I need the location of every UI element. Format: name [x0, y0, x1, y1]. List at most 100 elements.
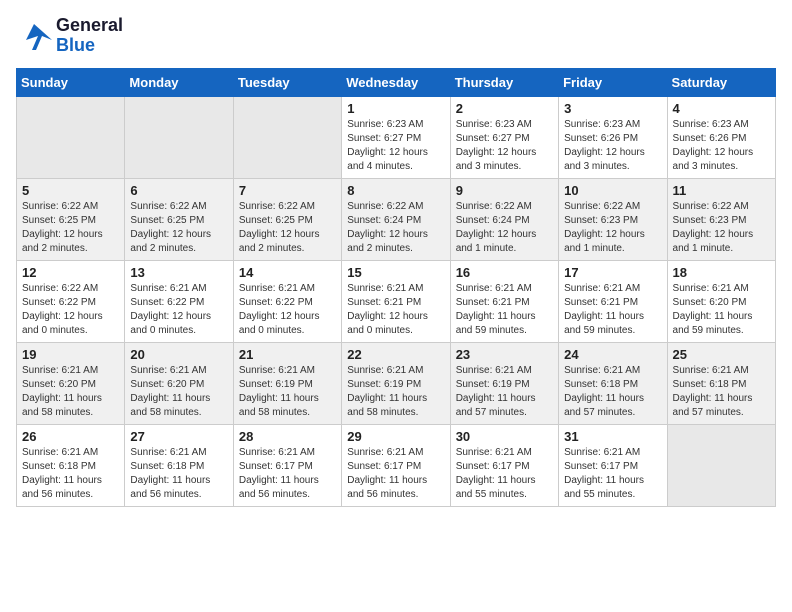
day-info: Sunrise: 6:23 AM Sunset: 6:26 PM Dayligh… — [564, 118, 661, 174]
day-info: Sunrise: 6:22 AM Sunset: 6:25 PM Dayligh… — [130, 200, 227, 256]
day-info: Sunrise: 6:21 AM Sunset: 6:17 PM Dayligh… — [456, 446, 553, 502]
calendar-week-row: 26Sunrise: 6:21 AM Sunset: 6:18 PM Dayli… — [17, 424, 776, 506]
day-info: Sunrise: 6:21 AM Sunset: 6:17 PM Dayligh… — [347, 446, 444, 502]
calendar-cell: 29 Sunrise: 6:21 AM Sunset: 6:17 PM Dayli… — [342, 424, 450, 506]
day-number: 10 — [564, 183, 661, 198]
logo-bird-icon — [16, 22, 52, 50]
day-info: Sunrise: 6:22 AM Sunset: 6:23 PM Dayligh… — [673, 200, 770, 256]
day-info: Sunrise: 6:21 AM Sunset: 6:18 PM Dayligh… — [673, 364, 770, 420]
day-number: 4 — [673, 101, 770, 116]
day-info: Sunrise: 6:22 AM Sunset: 6:22 PM Dayligh… — [22, 282, 119, 338]
calendar-cell: 5Sunrise: 6:22 AM Sunset: 6:25 PM Daylig… — [17, 178, 125, 260]
day-of-week-header: Monday — [125, 68, 233, 96]
calendar-cell: 17 Sunrise: 6:21 AM Sunset: 6:21 PM Dayli… — [559, 260, 667, 342]
day-number: 2 — [456, 101, 553, 116]
calendar-header-row: SundayMondayTuesdayWednesdayThursdayFrid… — [17, 68, 776, 96]
day-number: 7 — [239, 183, 336, 198]
day-info: Sunrise: 6:21 AM Sunset: 6:20 PM Dayligh… — [673, 282, 770, 338]
day-number: 20 — [130, 347, 227, 362]
calendar-cell: 26Sunrise: 6:21 AM Sunset: 6:18 PM Dayli… — [17, 424, 125, 506]
day-number: 9 — [456, 183, 553, 198]
calendar-cell: 25 Sunrise: 6:21 AM Sunset: 6:18 PM Dayli… — [667, 342, 775, 424]
day-number: 18 — [673, 265, 770, 280]
calendar-cell: 2 Sunrise: 6:23 AM Sunset: 6:27 PM Daylig… — [450, 96, 558, 178]
calendar-cell: 19 Sunrise: 6:21 AM Sunset: 6:20 PM Dayli… — [17, 342, 125, 424]
day-info: Sunrise: 6:21 AM Sunset: 6:18 PM Dayligh… — [564, 364, 661, 420]
day-number: 15 — [347, 265, 444, 280]
day-number: 1 — [347, 101, 444, 116]
calendar-cell: 7 Sunrise: 6:22 AM Sunset: 6:25 PM Daylig… — [233, 178, 341, 260]
calendar-cell: 13Sunrise: 6:21 AM Sunset: 6:22 PM Dayli… — [125, 260, 233, 342]
calendar-week-row: 5 Sunrise: 6:22 AM Sunset: 6:25 PM Daylig… — [17, 178, 776, 260]
page-header: General Blue — [16, 16, 776, 56]
day-number: 28 — [239, 429, 336, 444]
day-info: Sunrise: 6:21 AM Sunset: 6:20 PM Dayligh… — [22, 364, 119, 420]
calendar-cell: 22Sunrise: 6:21 AM Sunset: 6:19 PM Dayli… — [342, 342, 450, 424]
day-number: 21 — [239, 347, 336, 362]
day-number: 5 — [22, 183, 119, 198]
day-info: Sunrise: 6:22 AM Sunset: 6:24 PM Dayligh… — [347, 200, 444, 256]
calendar-cell: 6Sunrise: 6:22 AM Sunset: 6:25 PM Daylig… — [125, 178, 233, 260]
day-number: 14 — [239, 265, 336, 280]
calendar-cell — [233, 96, 341, 178]
day-info: Sunrise: 6:21 AM Sunset: 6:18 PM Dayligh… — [22, 446, 119, 502]
day-number: 13 — [130, 265, 227, 280]
day-number: 31 — [564, 429, 661, 444]
calendar-cell: 16Sunrise: 6:21 AM Sunset: 6:21 PM Dayli… — [450, 260, 558, 342]
day-info: Sunrise: 6:21 AM Sunset: 6:18 PM Dayligh… — [130, 446, 227, 502]
calendar-cell: 21 Sunrise: 6:21 AM Sunset: 6:19 PM Dayli… — [233, 342, 341, 424]
calendar-cell — [125, 96, 233, 178]
day-number: 30 — [456, 429, 553, 444]
calendar-cell — [17, 96, 125, 178]
calendar-week-row: 1 Sunrise: 6:23 AM Sunset: 6:27 PM Daylig… — [17, 96, 776, 178]
calendar-cell: 15 Sunrise: 6:21 AM Sunset: 6:21 PM Dayli… — [342, 260, 450, 342]
day-number: 24 — [564, 347, 661, 362]
day-info: Sunrise: 6:21 AM Sunset: 6:21 PM Dayligh… — [347, 282, 444, 338]
day-number: 16 — [456, 265, 553, 280]
calendar-cell: 27 Sunrise: 6:21 AM Sunset: 6:18 PM Dayli… — [125, 424, 233, 506]
calendar-cell: 1 Sunrise: 6:23 AM Sunset: 6:27 PM Daylig… — [342, 96, 450, 178]
logo-general: General — [56, 15, 123, 35]
day-number: 22 — [347, 347, 444, 362]
day-number: 3 — [564, 101, 661, 116]
calendar-week-row: 12 Sunrise: 6:22 AM Sunset: 6:22 PM Dayli… — [17, 260, 776, 342]
day-number: 11 — [673, 183, 770, 198]
day-info: Sunrise: 6:23 AM Sunset: 6:27 PM Dayligh… — [456, 118, 553, 174]
day-number: 8 — [347, 183, 444, 198]
day-number: 17 — [564, 265, 661, 280]
calendar-cell: 20 Sunrise: 6:21 AM Sunset: 6:20 PM Dayli… — [125, 342, 233, 424]
day-info: Sunrise: 6:21 AM Sunset: 6:21 PM Dayligh… — [564, 282, 661, 338]
day-of-week-header: Wednesday — [342, 68, 450, 96]
day-number: 19 — [22, 347, 119, 362]
calendar-cell: 8 Sunrise: 6:22 AM Sunset: 6:24 PM Daylig… — [342, 178, 450, 260]
day-of-week-header: Sunday — [17, 68, 125, 96]
day-of-week-header: Tuesday — [233, 68, 341, 96]
day-number: 25 — [673, 347, 770, 362]
day-info: Sunrise: 6:21 AM Sunset: 6:19 PM Dayligh… — [456, 364, 553, 420]
calendar-cell: 30 Sunrise: 6:21 AM Sunset: 6:17 PM Dayli… — [450, 424, 558, 506]
calendar-cell: 11 Sunrise: 6:22 AM Sunset: 6:23 PM Dayli… — [667, 178, 775, 260]
day-info: Sunrise: 6:22 AM Sunset: 6:25 PM Dayligh… — [239, 200, 336, 256]
day-number: 29 — [347, 429, 444, 444]
calendar-cell: 24 Sunrise: 6:21 AM Sunset: 6:18 PM Dayli… — [559, 342, 667, 424]
day-info: Sunrise: 6:21 AM Sunset: 6:20 PM Dayligh… — [130, 364, 227, 420]
day-of-week-header: Saturday — [667, 68, 775, 96]
day-info: Sunrise: 6:23 AM Sunset: 6:26 PM Dayligh… — [673, 118, 770, 174]
logo: General Blue — [16, 16, 123, 56]
calendar-week-row: 19 Sunrise: 6:21 AM Sunset: 6:20 PM Dayli… — [17, 342, 776, 424]
calendar-cell: 31Sunrise: 6:21 AM Sunset: 6:17 PM Dayli… — [559, 424, 667, 506]
calendar-cell: 9 Sunrise: 6:22 AM Sunset: 6:24 PM Daylig… — [450, 178, 558, 260]
calendar-cell: 10Sunrise: 6:22 AM Sunset: 6:23 PM Dayli… — [559, 178, 667, 260]
day-number: 27 — [130, 429, 227, 444]
calendar-cell: 28Sunrise: 6:21 AM Sunset: 6:17 PM Dayli… — [233, 424, 341, 506]
day-info: Sunrise: 6:23 AM Sunset: 6:27 PM Dayligh… — [347, 118, 444, 174]
day-info: Sunrise: 6:21 AM Sunset: 6:19 PM Dayligh… — [239, 364, 336, 420]
calendar-cell: 14 Sunrise: 6:21 AM Sunset: 6:22 PM Dayli… — [233, 260, 341, 342]
calendar-cell: 3 Sunrise: 6:23 AM Sunset: 6:26 PM Daylig… — [559, 96, 667, 178]
day-info: Sunrise: 6:21 AM Sunset: 6:22 PM Dayligh… — [239, 282, 336, 338]
day-info: Sunrise: 6:22 AM Sunset: 6:24 PM Dayligh… — [456, 200, 553, 256]
calendar-cell: 4 Sunrise: 6:23 AM Sunset: 6:26 PM Daylig… — [667, 96, 775, 178]
calendar-cell: 23Sunrise: 6:21 AM Sunset: 6:19 PM Dayli… — [450, 342, 558, 424]
day-of-week-header: Thursday — [450, 68, 558, 96]
day-number: 12 — [22, 265, 119, 280]
